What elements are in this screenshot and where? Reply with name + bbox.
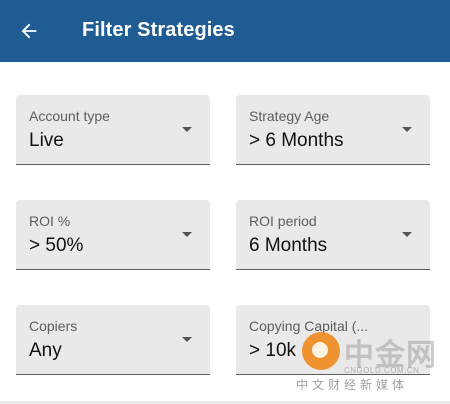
field-label: Account type — [29, 108, 110, 124]
dropdown-arrow-icon — [182, 337, 192, 342]
copying-capital-select[interactable]: Copying Capital (... > 10k — [236, 305, 430, 375]
back-button[interactable] — [12, 14, 46, 48]
field-value: 6 Months — [249, 235, 328, 256]
roi-percent-select[interactable]: ROI % > 50% — [16, 200, 210, 270]
copiers-select[interactable]: Copiers Any — [16, 305, 210, 375]
dropdown-arrow-icon — [402, 127, 412, 132]
field-label: Copiers — [29, 318, 78, 334]
field-label: ROI % — [29, 213, 71, 229]
dropdown-arrow-icon — [182, 232, 192, 237]
field-value: > 6 Months — [249, 130, 344, 151]
field-label: Copying Capital (... — [249, 318, 369, 334]
dropdown-arrow-icon — [402, 232, 412, 237]
page-title: Filter Strategies — [82, 19, 235, 41]
strategy-age-select[interactable]: Strategy Age > 6 Months — [236, 95, 430, 165]
app-bar: Filter Strategies — [0, 0, 450, 62]
field-value: > 50% — [29, 235, 84, 256]
roi-period-select[interactable]: ROI period 6 Months — [236, 200, 430, 270]
dropdown-arrow-icon — [182, 127, 192, 132]
field-value: Any — [29, 340, 62, 361]
arrow-left-icon — [21, 23, 37, 39]
account-type-select[interactable]: Account type Live — [16, 95, 210, 165]
field-value: > 10k — [249, 340, 297, 361]
field-value: Live — [29, 130, 64, 151]
field-label: ROI period — [249, 213, 317, 229]
field-label: Strategy Age — [249, 108, 330, 124]
filter-form: Account type Live Strategy Age > 6 Month… — [0, 62, 450, 404]
